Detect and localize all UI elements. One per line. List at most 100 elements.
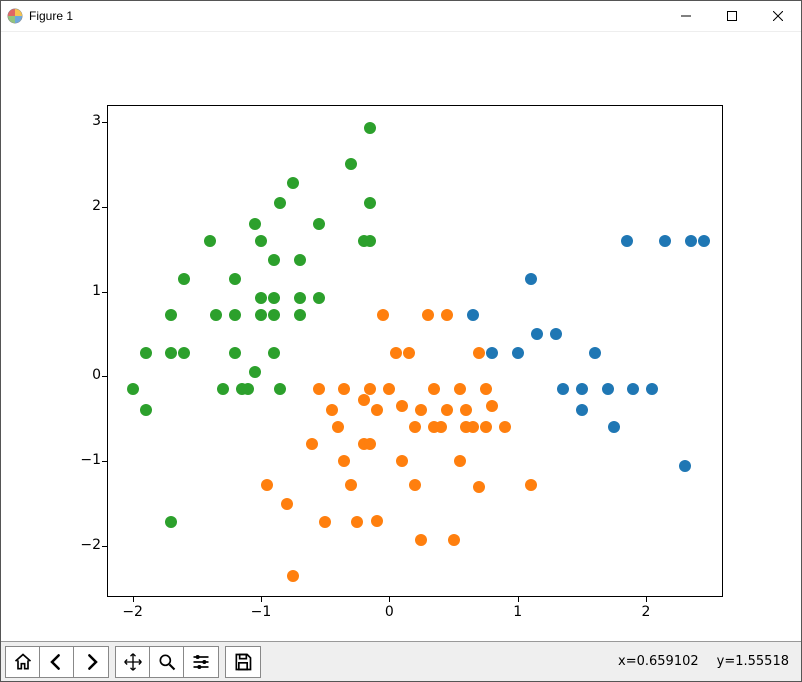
data-point — [364, 122, 376, 134]
data-point — [165, 347, 177, 359]
data-point — [326, 404, 338, 416]
data-point — [204, 235, 216, 247]
data-point — [351, 516, 363, 528]
data-point — [627, 383, 639, 395]
data-point — [255, 309, 267, 321]
data-point — [281, 498, 293, 510]
data-point — [512, 347, 524, 359]
data-point — [345, 479, 357, 491]
data-point — [338, 383, 350, 395]
maximize-button[interactable] — [709, 1, 755, 32]
data-point — [377, 309, 389, 321]
zoom-button[interactable] — [150, 647, 184, 677]
data-point — [646, 383, 658, 395]
data-point — [576, 383, 588, 395]
data-point — [371, 515, 383, 527]
data-point — [140, 404, 152, 416]
pan-button[interactable] — [116, 647, 150, 677]
data-point — [249, 218, 261, 230]
data-point — [268, 254, 280, 266]
x-tick — [133, 597, 134, 602]
data-point — [383, 383, 395, 395]
data-point — [531, 328, 543, 340]
data-point — [371, 404, 383, 416]
data-point — [274, 383, 286, 395]
data-point — [294, 292, 306, 304]
plot-area[interactable]: −2−1012−2−10123 — [1, 32, 801, 641]
data-point — [249, 366, 261, 378]
save-button[interactable] — [226, 647, 260, 677]
data-point — [460, 404, 472, 416]
y-tick-label: 0 — [73, 367, 101, 383]
y-tick — [102, 207, 107, 208]
data-point — [454, 383, 466, 395]
data-point — [396, 455, 408, 467]
back-button[interactable] — [40, 647, 74, 677]
data-point — [287, 570, 299, 582]
data-point — [685, 235, 697, 247]
x-tick — [646, 597, 647, 602]
y-tick-label: −1 — [73, 452, 101, 468]
data-point — [313, 383, 325, 395]
data-point — [589, 347, 601, 359]
data-point — [480, 383, 492, 395]
data-point — [306, 438, 318, 450]
y-tick-label: 2 — [73, 198, 101, 214]
data-point — [319, 516, 331, 528]
data-point — [448, 534, 460, 546]
forward-button[interactable] — [74, 647, 108, 677]
data-point — [345, 158, 357, 170]
data-point — [255, 292, 267, 304]
data-point — [287, 177, 299, 189]
data-point — [403, 347, 415, 359]
minimize-button[interactable] — [663, 1, 709, 32]
y-tick — [102, 122, 107, 123]
x-tick-label: 2 — [634, 604, 658, 620]
data-point — [473, 481, 485, 493]
data-point — [550, 328, 562, 340]
data-point — [422, 309, 434, 321]
x-tick-label: 1 — [506, 604, 530, 620]
data-point — [557, 383, 569, 395]
data-point — [165, 516, 177, 528]
x-tick-label: −1 — [249, 604, 273, 620]
data-point — [364, 438, 376, 450]
data-point — [294, 254, 306, 266]
data-point — [608, 421, 620, 433]
data-point — [178, 347, 190, 359]
y-tick-label: 1 — [73, 283, 101, 299]
y-tick-label: −2 — [73, 537, 101, 553]
subplots-button[interactable] — [184, 647, 218, 677]
axes-border — [107, 105, 723, 597]
data-point — [165, 309, 177, 321]
data-point — [127, 383, 139, 395]
data-point — [486, 347, 498, 359]
home-button[interactable] — [6, 647, 40, 677]
data-point — [364, 197, 376, 209]
x-tick-label: 0 — [377, 604, 401, 620]
data-point — [576, 404, 588, 416]
app-icon — [7, 8, 23, 24]
data-point — [525, 273, 537, 285]
x-tick — [389, 597, 390, 602]
cursor-x-readout: x=0.659102 — [618, 654, 699, 669]
data-point — [409, 479, 421, 491]
close-button[interactable] — [755, 1, 801, 32]
window-titlebar: Figure 1 — [1, 1, 801, 32]
data-point — [178, 273, 190, 285]
data-point — [338, 455, 350, 467]
data-point — [229, 273, 241, 285]
data-point — [268, 347, 280, 359]
data-point — [217, 383, 229, 395]
data-point — [229, 347, 241, 359]
y-tick-label: 3 — [73, 113, 101, 129]
data-point — [428, 383, 440, 395]
data-point — [621, 235, 633, 247]
data-point — [480, 421, 492, 433]
data-point — [473, 347, 485, 359]
data-point — [415, 404, 427, 416]
cursor-y-readout: y=1.55518 — [717, 654, 789, 669]
data-point — [358, 394, 370, 406]
data-point — [364, 235, 376, 247]
y-tick — [102, 461, 107, 462]
